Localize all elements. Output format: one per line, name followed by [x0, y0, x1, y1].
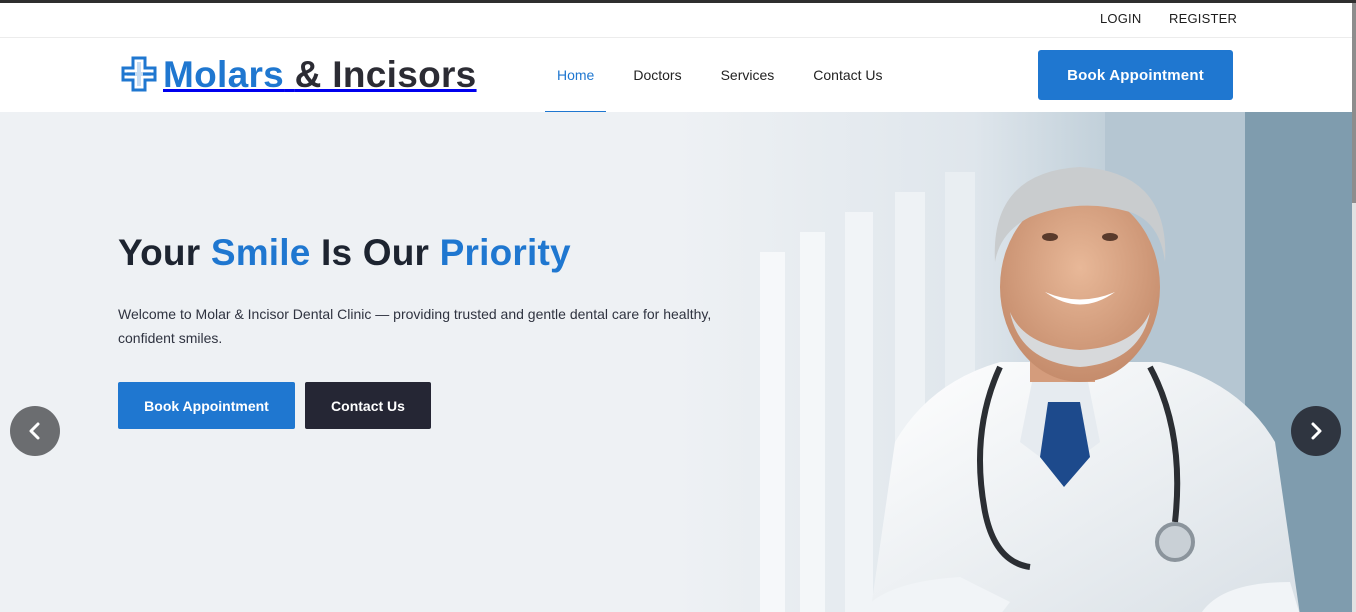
hero-title: Your Smile Is Our Priority: [118, 232, 571, 274]
brand-name-part1: Molars: [163, 53, 285, 95]
chevron-right-icon: [1311, 422, 1322, 440]
book-appointment-hero-button[interactable]: Book Appointment: [118, 382, 295, 429]
page: LOGIN REGISTER Molars & Incisors Home Do…: [0, 0, 1356, 612]
nav-item-services[interactable]: Services: [709, 38, 787, 112]
carousel-next-button[interactable]: [1291, 406, 1341, 456]
main-navbar: Molars & Incisors Home Doctors Services …: [0, 38, 1352, 114]
brand-logo[interactable]: Molars & Incisors: [121, 52, 477, 96]
primary-nav: Home Doctors Services Contact Us: [545, 38, 910, 114]
book-appointment-nav-button[interactable]: Book Appointment: [1038, 50, 1233, 100]
brand-name-part2: & Incisors: [294, 53, 477, 95]
carousel-prev-button[interactable]: [10, 406, 60, 456]
hero-title-accent2: Priority: [439, 232, 571, 273]
contact-us-hero-button[interactable]: Contact Us: [305, 382, 431, 429]
chevron-left-icon: [29, 422, 40, 440]
hero-title-part1: Your: [118, 232, 201, 273]
hero-title-part2: Is Our: [321, 232, 430, 273]
register-link[interactable]: REGISTER: [1169, 11, 1237, 26]
hero-description: Welcome to Molar & Incisor Dental Clinic…: [118, 306, 712, 346]
medical-cross-icon: [121, 56, 157, 92]
login-link[interactable]: LOGIN: [1100, 11, 1141, 26]
top-utility-bar: LOGIN REGISTER: [0, 3, 1352, 38]
brand-name: Molars & Incisors: [163, 56, 477, 93]
hero-carousel: Your Smile Is Our Priority Welcome to Mo…: [0, 112, 1352, 612]
nav-item-home[interactable]: Home: [545, 38, 607, 114]
nav-item-contact-us[interactable]: Contact Us: [801, 38, 894, 112]
page-scrollbar-thumb[interactable]: [1352, 3, 1356, 203]
nav-item-doctors[interactable]: Doctors: [621, 38, 693, 112]
hero-title-accent1: Smile: [210, 232, 311, 273]
hero-doctor-image: [0, 112, 1352, 612]
